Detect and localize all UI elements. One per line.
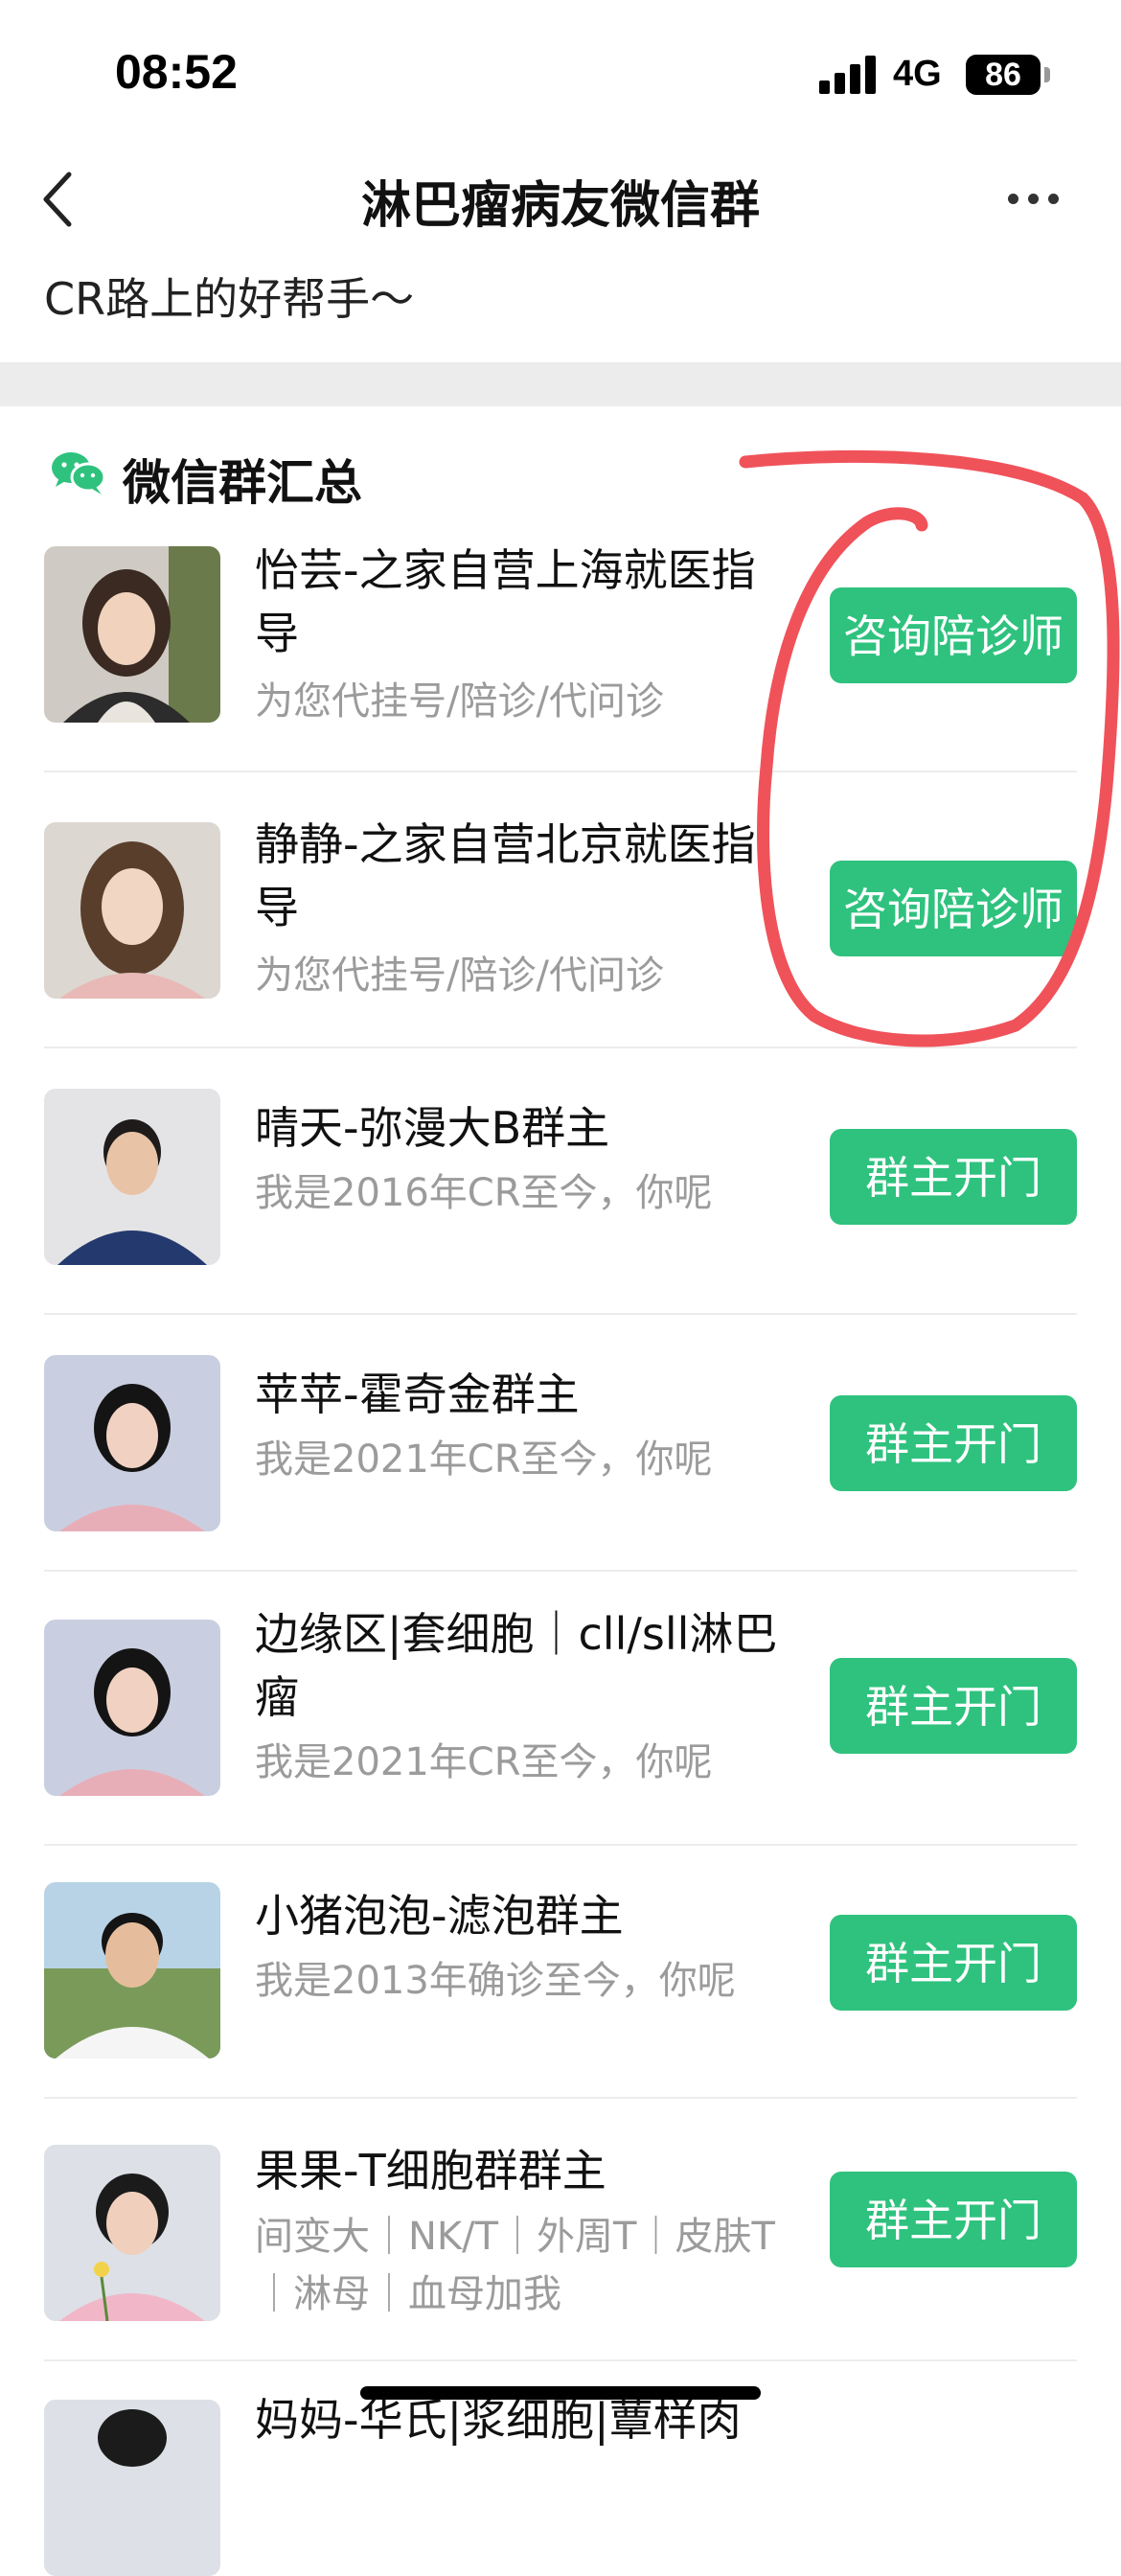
group-owner-open-button[interactable]: 群主开门: [830, 1129, 1077, 1225]
avatar: [44, 1882, 220, 2058]
wechat-icon: [50, 448, 107, 496]
avatar: [44, 822, 220, 999]
avatar: [44, 1355, 220, 1531]
section-divider: [0, 362, 1121, 406]
home-indicator[interactable]: [360, 2386, 761, 2400]
divider: [44, 1844, 1077, 1846]
avatar: [44, 2145, 220, 2321]
item-name: 怡芸-之家自营上海就医指导: [255, 544, 756, 659]
battery-tip: [1044, 67, 1050, 82]
network-type: 4G: [893, 54, 942, 94]
item-desc: 我是2016年CR至今，你呢: [255, 1171, 713, 1215]
item-desc: 我是2013年确诊至今，你呢: [255, 1959, 736, 2003]
group-owner-open-button[interactable]: 群主开门: [830, 1395, 1077, 1491]
divider: [44, 1570, 1077, 1572]
item-name: 苹苹-霍奇金群主: [255, 1368, 580, 1420]
item-name: 小猪泡泡-滤泡群主: [255, 1890, 624, 1942]
item-name: 静静-之家自营北京就医指导: [255, 818, 756, 933]
battery-icon: 86: [966, 55, 1041, 95]
section-title: 微信群汇总: [123, 455, 362, 511]
page-subtitle: CR路上的好帮手～: [44, 273, 415, 325]
more-icon[interactable]: [1008, 194, 1062, 207]
divider: [44, 1313, 1077, 1315]
page-title: 淋巴瘤病友微信群: [360, 177, 760, 235]
avatar: [44, 1620, 220, 1796]
divider: [44, 2359, 1077, 2361]
item-desc: 为您代挂号/陪诊/代问诊: [255, 679, 664, 724]
item-name: 边缘区|套细胞｜cll/sll淋巴瘤: [255, 1608, 778, 1723]
divider: [44, 770, 1077, 772]
consult-escort-button[interactable]: 咨询陪诊师: [830, 587, 1077, 683]
item-desc: 我是2021年CR至今，你呢: [255, 1740, 713, 1784]
group-owner-open-button[interactable]: 群主开门: [830, 1915, 1077, 2011]
avatar: [44, 1089, 220, 1265]
status-bar: 08:52 4G 86: [0, 0, 1121, 144]
item-name: 晴天-弥漫大B群主: [255, 1102, 610, 1154]
status-time: 08:52: [115, 45, 238, 99]
item-name: 果果-T细胞群群主: [255, 2145, 606, 2196]
group-owner-open-button[interactable]: 群主开门: [830, 1658, 1077, 1754]
item-desc: 我是2021年CR至今，你呢: [255, 1438, 713, 1482]
group-owner-open-button[interactable]: 群主开门: [830, 2172, 1077, 2267]
nav-bar: 淋巴瘤病友微信群: [0, 144, 1121, 249]
divider: [44, 2097, 1077, 2099]
item-desc: 间变大｜NK/T｜外周T｜皮肤T｜淋母｜血母加我: [255, 2215, 775, 2316]
avatar: [44, 546, 220, 723]
consult-escort-button[interactable]: 咨询陪诊师: [830, 861, 1077, 956]
signal-icon: [819, 56, 877, 94]
divider: [44, 1046, 1077, 1048]
item-desc: 为您代挂号/陪诊/代问诊: [255, 954, 664, 998]
